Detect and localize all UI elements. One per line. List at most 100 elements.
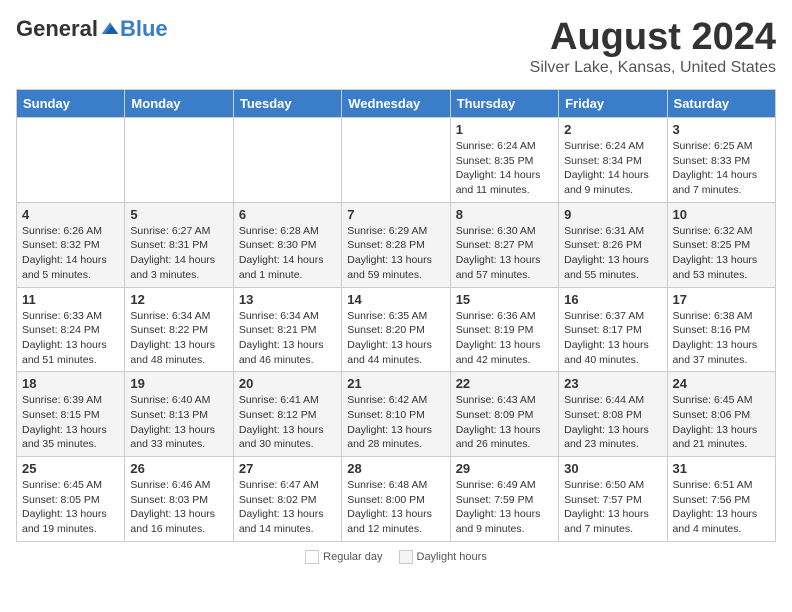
calendar-week-4: 18 Sunrise: 6:39 AM Sunset: 8:15 PM Dayli… bbox=[17, 372, 776, 457]
day-info: Sunrise: 6:26 AM Sunset: 8:32 PM Dayligh… bbox=[22, 224, 119, 283]
day-number: 30 bbox=[564, 461, 661, 476]
day-number: 6 bbox=[239, 207, 336, 222]
logo: General Blue bbox=[16, 16, 168, 42]
calendar-cell-4-7: 24 Sunrise: 6:45 AM Sunset: 8:06 PM Dayli… bbox=[667, 372, 775, 457]
calendar-cell-3-4: 14 Sunrise: 6:35 AM Sunset: 8:20 PM Dayli… bbox=[342, 287, 450, 372]
day-number: 29 bbox=[456, 461, 553, 476]
calendar-cell-3-6: 16 Sunrise: 6:37 AM Sunset: 8:17 PM Dayli… bbox=[559, 287, 667, 372]
legend-box-white bbox=[305, 550, 319, 564]
calendar-cell-2-5: 8Sunrise: 6:30 AM Sunset: 8:27 PM Daylig… bbox=[450, 202, 558, 287]
calendar-cell-1-7: 3 Sunrise: 6:25 AM Sunset: 8:33 PM Daylig… bbox=[667, 118, 775, 203]
day-number: 16 bbox=[564, 292, 661, 307]
day-info: Sunrise: 6:35 AM Sunset: 8:20 PM Dayligh… bbox=[347, 309, 444, 368]
calendar-cell-5-5: 29 Sunrise: 6:49 AM Sunset: 7:59 PM Dayli… bbox=[450, 457, 558, 542]
logo-blue-text: Blue bbox=[120, 16, 168, 42]
calendar-week-2: 4 Sunrise: 6:26 AM Sunset: 8:32 PM Daylig… bbox=[17, 202, 776, 287]
calendar-cell-2-1: 4 Sunrise: 6:26 AM Sunset: 8:32 PM Daylig… bbox=[17, 202, 125, 287]
day-number: 31 bbox=[673, 461, 770, 476]
weekday-header-saturday: Saturday bbox=[667, 90, 775, 118]
legend-daylight-label: Daylight hours bbox=[417, 551, 487, 563]
calendar-cell-1-6: 2Sunrise: 6:24 AM Sunset: 8:34 PM Daylig… bbox=[559, 118, 667, 203]
weekday-header-tuesday: Tuesday bbox=[233, 90, 341, 118]
calendar-cell-3-7: 17Sunrise: 6:38 AM Sunset: 8:16 PM Dayli… bbox=[667, 287, 775, 372]
day-info: Sunrise: 6:48 AM Sunset: 8:00 PM Dayligh… bbox=[347, 478, 444, 537]
weekday-header-wednesday: Wednesday bbox=[342, 90, 450, 118]
day-info: Sunrise: 6:34 AM Sunset: 8:22 PM Dayligh… bbox=[130, 309, 227, 368]
day-info: Sunrise: 6:30 AM Sunset: 8:27 PM Dayligh… bbox=[456, 224, 553, 283]
day-info: Sunrise: 6:45 AM Sunset: 8:06 PM Dayligh… bbox=[673, 393, 770, 452]
day-info: Sunrise: 6:24 AM Sunset: 8:35 PM Dayligh… bbox=[456, 139, 553, 198]
day-info: Sunrise: 6:42 AM Sunset: 8:10 PM Dayligh… bbox=[347, 393, 444, 452]
day-info: Sunrise: 6:45 AM Sunset: 8:05 PM Dayligh… bbox=[22, 478, 119, 537]
calendar-cell-4-6: 23Sunrise: 6:44 AM Sunset: 8:08 PM Dayli… bbox=[559, 372, 667, 457]
calendar-cell-5-3: 27Sunrise: 6:47 AM Sunset: 8:02 PM Dayli… bbox=[233, 457, 341, 542]
month-title: August 2024 bbox=[530, 16, 776, 59]
legend-item-white: Regular day bbox=[305, 550, 382, 564]
day-number: 12 bbox=[130, 292, 227, 307]
day-info: Sunrise: 6:50 AM Sunset: 7:57 PM Dayligh… bbox=[564, 478, 661, 537]
calendar-cell-4-4: 21 Sunrise: 6:42 AM Sunset: 8:10 PM Dayli… bbox=[342, 372, 450, 457]
day-info: Sunrise: 6:25 AM Sunset: 8:33 PM Dayligh… bbox=[673, 139, 770, 198]
logo-icon bbox=[100, 19, 120, 39]
day-number: 1 bbox=[456, 122, 553, 137]
calendar-cell-4-1: 18 Sunrise: 6:39 AM Sunset: 8:15 PM Dayli… bbox=[17, 372, 125, 457]
day-info: Sunrise: 6:39 AM Sunset: 8:15 PM Dayligh… bbox=[22, 393, 119, 452]
calendar-cell-1-2 bbox=[125, 118, 233, 203]
day-number: 9 bbox=[564, 207, 661, 222]
calendar-table: SundayMondayTuesdayWednesdayThursdayFrid… bbox=[16, 89, 776, 542]
day-number: 17 bbox=[673, 292, 770, 307]
day-info: Sunrise: 6:46 AM Sunset: 8:03 PM Dayligh… bbox=[130, 478, 227, 537]
day-info: Sunrise: 6:33 AM Sunset: 8:24 PM Dayligh… bbox=[22, 309, 119, 368]
day-number: 19 bbox=[130, 376, 227, 391]
day-info: Sunrise: 6:29 AM Sunset: 8:28 PM Dayligh… bbox=[347, 224, 444, 283]
calendar-cell-1-1 bbox=[17, 118, 125, 203]
calendar-cell-5-2: 26Sunrise: 6:46 AM Sunset: 8:03 PM Dayli… bbox=[125, 457, 233, 542]
calendar-cell-3-1: 11Sunrise: 6:33 AM Sunset: 8:24 PM Dayli… bbox=[17, 287, 125, 372]
calendar-week-3: 11Sunrise: 6:33 AM Sunset: 8:24 PM Dayli… bbox=[17, 287, 776, 372]
day-info: Sunrise: 6:41 AM Sunset: 8:12 PM Dayligh… bbox=[239, 393, 336, 452]
day-info: Sunrise: 6:44 AM Sunset: 8:08 PM Dayligh… bbox=[564, 393, 661, 452]
day-number: 14 bbox=[347, 292, 444, 307]
calendar-cell-2-4: 7 Sunrise: 6:29 AM Sunset: 8:28 PM Daylig… bbox=[342, 202, 450, 287]
weekday-header-friday: Friday bbox=[559, 90, 667, 118]
day-number: 18 bbox=[22, 376, 119, 391]
day-number: 15 bbox=[456, 292, 553, 307]
calendar-cell-2-7: 10Sunrise: 6:32 AM Sunset: 8:25 PM Dayli… bbox=[667, 202, 775, 287]
day-number: 4 bbox=[22, 207, 119, 222]
location-text: Silver Lake, Kansas, United States bbox=[530, 59, 776, 77]
day-number: 24 bbox=[673, 376, 770, 391]
calendar-cell-3-5: 15 Sunrise: 6:36 AM Sunset: 8:19 PM Dayli… bbox=[450, 287, 558, 372]
weekday-header-monday: Monday bbox=[125, 90, 233, 118]
day-number: 28 bbox=[347, 461, 444, 476]
calendar-cell-1-5: 1 Sunrise: 6:24 AM Sunset: 8:35 PM Daylig… bbox=[450, 118, 558, 203]
calendar-cell-5-6: 30 Sunrise: 6:50 AM Sunset: 7:57 PM Dayli… bbox=[559, 457, 667, 542]
calendar-cell-4-2: 19Sunrise: 6:40 AM Sunset: 8:13 PM Dayli… bbox=[125, 372, 233, 457]
day-info: Sunrise: 6:32 AM Sunset: 8:25 PM Dayligh… bbox=[673, 224, 770, 283]
day-number: 27 bbox=[239, 461, 336, 476]
day-info: Sunrise: 6:43 AM Sunset: 8:09 PM Dayligh… bbox=[456, 393, 553, 452]
legend-item-daylight: Daylight hours bbox=[399, 550, 487, 564]
day-number: 3 bbox=[673, 122, 770, 137]
page-header: General Blue August 2024 Silver Lake, Ka… bbox=[16, 16, 776, 77]
calendar-cell-3-3: 13 Sunrise: 6:34 AM Sunset: 8:21 PM Dayli… bbox=[233, 287, 341, 372]
day-number: 13 bbox=[239, 292, 336, 307]
day-number: 25 bbox=[22, 461, 119, 476]
calendar-cell-4-5: 22Sunrise: 6:43 AM Sunset: 8:09 PM Dayli… bbox=[450, 372, 558, 457]
calendar-week-1: 1 Sunrise: 6:24 AM Sunset: 8:35 PM Daylig… bbox=[17, 118, 776, 203]
day-info: Sunrise: 6:27 AM Sunset: 8:31 PM Dayligh… bbox=[130, 224, 227, 283]
weekday-header-thursday: Thursday bbox=[450, 90, 558, 118]
day-info: Sunrise: 6:51 AM Sunset: 7:56 PM Dayligh… bbox=[673, 478, 770, 537]
calendar-cell-5-4: 28 Sunrise: 6:48 AM Sunset: 8:00 PM Dayli… bbox=[342, 457, 450, 542]
calendar-cell-2-3: 6Sunrise: 6:28 AM Sunset: 8:30 PM Daylig… bbox=[233, 202, 341, 287]
day-number: 7 bbox=[347, 207, 444, 222]
day-info: Sunrise: 6:34 AM Sunset: 8:21 PM Dayligh… bbox=[239, 309, 336, 368]
calendar-cell-2-6: 9Sunrise: 6:31 AM Sunset: 8:26 PM Daylig… bbox=[559, 202, 667, 287]
day-info: Sunrise: 6:36 AM Sunset: 8:19 PM Dayligh… bbox=[456, 309, 553, 368]
day-info: Sunrise: 6:37 AM Sunset: 8:17 PM Dayligh… bbox=[564, 309, 661, 368]
weekday-header-sunday: Sunday bbox=[17, 90, 125, 118]
calendar-cell-4-3: 20 Sunrise: 6:41 AM Sunset: 8:12 PM Dayli… bbox=[233, 372, 341, 457]
day-number: 21 bbox=[347, 376, 444, 391]
day-info: Sunrise: 6:49 AM Sunset: 7:59 PM Dayligh… bbox=[456, 478, 553, 537]
day-number: 20 bbox=[239, 376, 336, 391]
title-block: August 2024 Silver Lake, Kansas, United … bbox=[530, 16, 776, 77]
